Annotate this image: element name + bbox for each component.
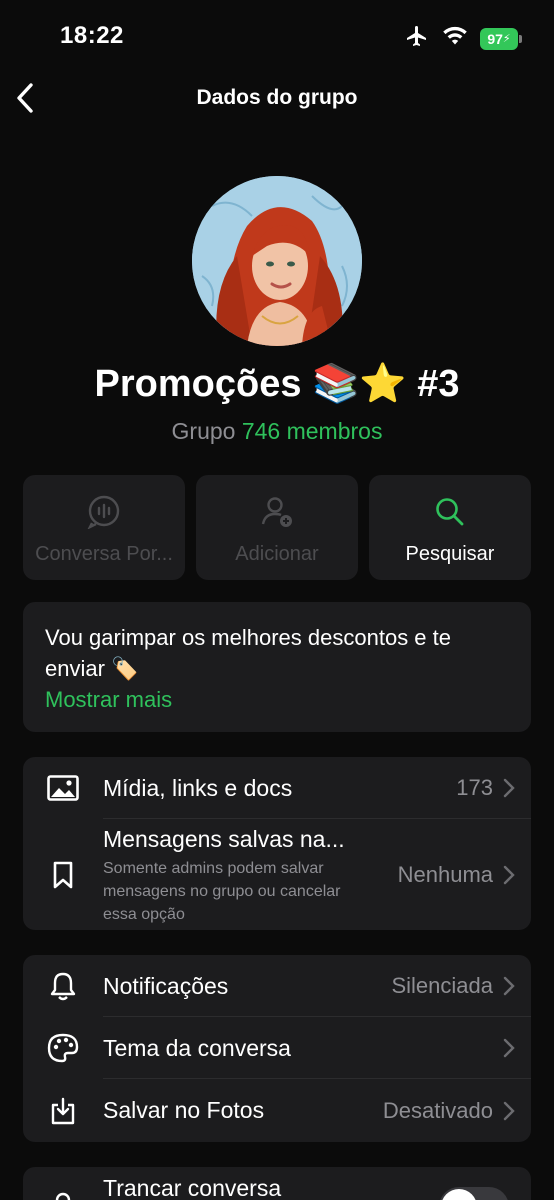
chevron-right-icon	[503, 865, 531, 885]
chevron-right-icon	[503, 778, 531, 798]
save-to-photos-label: Salvar no Fotos	[103, 1097, 265, 1123]
group-type: Grupo	[171, 418, 236, 444]
chat-settings-group: Notificações Silenciada Tema da conversa…	[23, 955, 531, 1142]
bell-icon	[23, 971, 103, 1001]
search-icon	[434, 493, 466, 531]
add-member-button[interactable]: Adicionar	[196, 475, 358, 580]
media-links-docs-row[interactable]: Mídia, links e docs 173	[23, 757, 531, 819]
chevron-right-icon	[503, 1038, 531, 1058]
palette-icon	[23, 1033, 103, 1063]
saved-messages-subtitle: Somente admins podem salvar mensagens no…	[103, 859, 341, 923]
save-to-photos-row[interactable]: Salvar no Fotos Desativado	[23, 1079, 531, 1142]
saved-messages-label: Mensagens salvas na...	[103, 825, 345, 852]
add-person-icon	[260, 493, 294, 531]
voice-chat-label: Conversa Por...	[35, 543, 173, 565]
status-bar: 18:22 97 ⚡	[0, 0, 554, 70]
download-icon	[23, 1096, 103, 1126]
airplane-icon	[404, 24, 430, 53]
chevron-right-icon	[503, 1101, 531, 1121]
saved-messages-row[interactable]: Mensagens salvas na... Somente admins po…	[23, 819, 531, 930]
voice-chat-icon	[87, 493, 121, 531]
lock-icon	[23, 1167, 103, 1200]
chevron-right-icon	[503, 976, 531, 996]
notifications-value: Silenciada	[391, 973, 493, 998]
add-member-label: Adicionar	[235, 543, 319, 565]
battery-level: 97	[487, 30, 503, 47]
notifications-row[interactable]: Notificações Silenciada	[23, 955, 531, 1017]
group-subtitle: Grupo 746 membros	[0, 418, 554, 445]
lock-chat-row[interactable]: Trancar conversa	[23, 1167, 531, 1200]
save-to-photos-value: Desativado	[382, 1097, 493, 1123]
description-card: Vou garimpar os melhores descontos e te …	[23, 602, 531, 732]
photo-icon	[23, 775, 103, 801]
lock-chat-toggle[interactable]	[439, 1187, 509, 1200]
battery-indicator: 97 ⚡	[480, 27, 522, 50]
group-avatar[interactable]	[192, 176, 362, 346]
chat-theme-label: Tema da conversa	[103, 1034, 291, 1061]
status-icons: 97 ⚡	[404, 24, 522, 53]
media-settings-group: Mídia, links e docs 173 Mensagens salvas…	[23, 757, 531, 930]
status-time: 18:22	[60, 22, 124, 49]
privacy-settings-group: Trancar conversa	[23, 1167, 531, 1200]
voice-chat-button[interactable]: Conversa Por...	[23, 475, 185, 580]
group-name: Promoções 📚⭐ #3	[94, 363, 460, 405]
chat-theme-row[interactable]: Tema da conversa	[23, 1017, 531, 1079]
description-text: Vou garimpar os melhores descontos e te …	[45, 625, 452, 681]
saved-messages-value: Nenhuma	[397, 861, 493, 887]
saved-messages-text: Mensagens salvas na... Somente admins po…	[103, 824, 398, 926]
group-members-link[interactable]: 746 membros	[242, 418, 383, 444]
page-title: Dados do grupo	[196, 86, 358, 109]
wifi-icon	[442, 25, 468, 52]
media-links-docs-label: Mídia, links e docs	[103, 774, 293, 801]
media-count: 173	[456, 775, 493, 800]
action-buttons: Conversa Por... Adicionar Pesquisar	[23, 475, 531, 580]
search-label: Pesquisar	[405, 543, 495, 565]
show-more-link[interactable]: Mostrar mais	[45, 684, 509, 716]
search-button[interactable]: Pesquisar	[369, 475, 531, 580]
bookmark-icon	[23, 860, 103, 890]
notifications-label: Notificações	[103, 972, 229, 999]
